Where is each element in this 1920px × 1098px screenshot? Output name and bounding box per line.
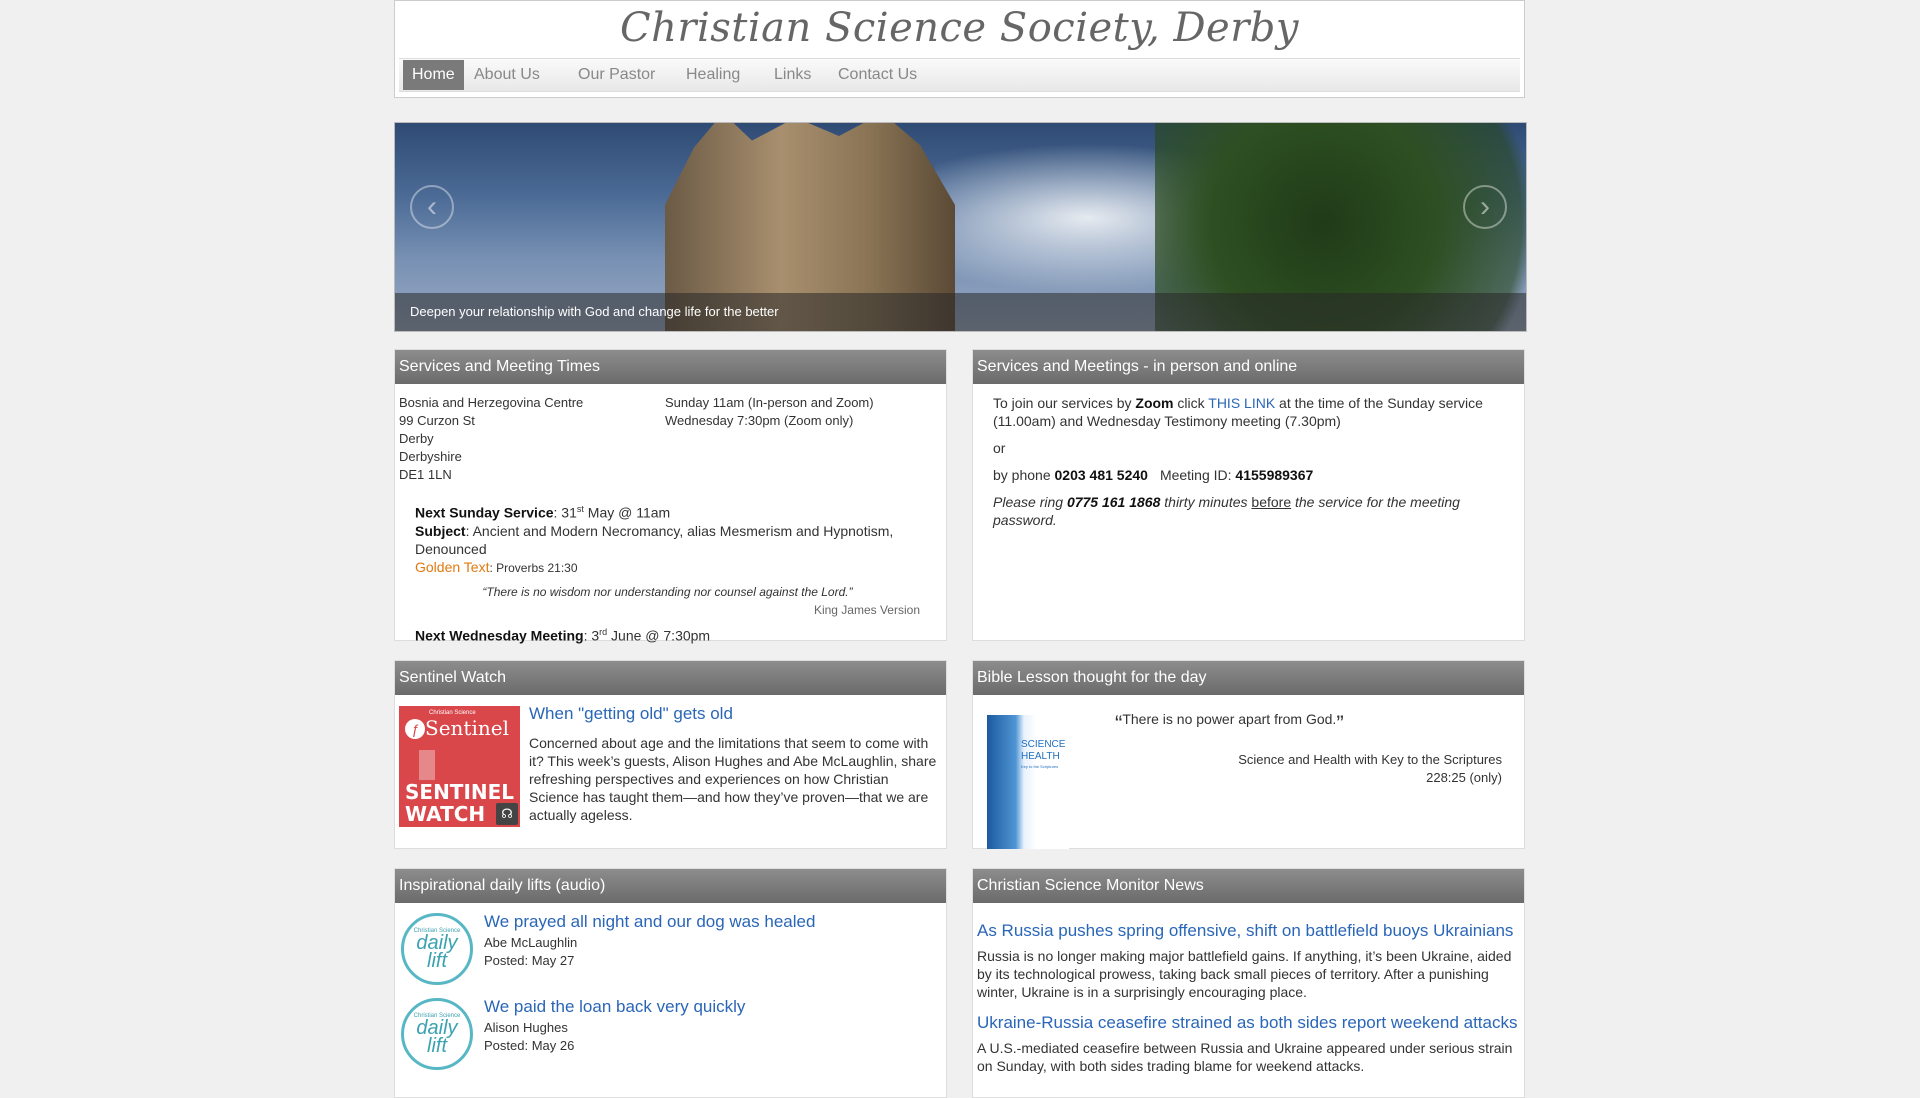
next-wednesday-suffix: rd — [599, 626, 608, 637]
address-block: Bosnia and Herzegovina Centre 99 Curzon … — [399, 394, 583, 484]
next-sunday-time: May @ 11am — [583, 504, 671, 521]
zoom-label: Zoom — [1135, 395, 1174, 411]
daily-lift-author: Alison Hughes — [484, 1020, 568, 1035]
monitor-news-panel: Christian Science Monitor News As Russia… — [972, 868, 1525, 1098]
monitor-news-heading: Christian Science Monitor News — [973, 869, 1524, 903]
golden-text-label: Golden Text — [415, 558, 490, 575]
daily-lift-author: Abe McLaughlin — [484, 935, 578, 950]
sentinel-article-title[interactable]: When "getting old" gets old — [529, 704, 733, 724]
address-line: 99 Curzon St — [399, 413, 475, 428]
golden-text-reference: : Proverbs 21:30 — [489, 560, 578, 575]
book-subtitle: Key to the Scriptures — [1021, 764, 1059, 769]
sentinel-panel: Sentinel Watch Christian Science Sentine… — [394, 660, 947, 849]
close-quote: ” — [1336, 711, 1344, 736]
next-sunday-suffix: st — [576, 504, 584, 514]
news-title[interactable]: Ukraine-Russia ceasefire strained as bot… — [977, 1013, 1518, 1033]
daily-lifts-heading: Inspirational daily lifts (audio) — [395, 869, 946, 903]
site-header: Christian Science Society, Derby Home Ab… — [394, 0, 1525, 98]
zoom-link[interactable]: THIS LINK — [1208, 395, 1275, 411]
slider-next-arrow-icon[interactable]: › — [1463, 185, 1507, 229]
address-line: Derbyshire — [399, 449, 462, 464]
main-nav: Home About Us Our Pastor Healing Links C… — [399, 58, 1520, 92]
service-times-block: Sunday 11am (In-person and Zoom) Wednesd… — [665, 394, 874, 430]
daily-lift-posted: Posted: May 27 — [484, 953, 575, 968]
next-wednesday-date: : 3 — [583, 627, 600, 644]
nav-links[interactable]: Links — [765, 60, 820, 90]
next-wednesday-time: June @ 7:30pm — [607, 627, 711, 644]
nav-contact-us[interactable]: Contact Us — [829, 60, 926, 90]
bible-quote-line: “There is no power apart from God.” — [1115, 711, 1344, 737]
sentinel-heading: Sentinel Watch — [395, 661, 946, 695]
hero-slider[interactable]: ‹ › Deepen your relationship with God an… — [394, 122, 1527, 332]
daily-lift-title[interactable]: We paid the loan back very quickly — [484, 997, 745, 1017]
zoom-click-text: click — [1173, 395, 1209, 411]
sentinel-thumbnail[interactable]: Christian Science Sentinel ƒ SENTINEL WA… — [399, 706, 520, 827]
subject-label: Subject — [415, 522, 466, 539]
bible-lesson-panel: Bible Lesson thought for the day SCIENCE… — [972, 660, 1525, 849]
nav-healing[interactable]: Healing — [677, 60, 749, 90]
site-title: Christian Science Society, Derby — [619, 5, 1300, 51]
next-wednesday-label: Next Wednesday Meeting — [415, 627, 584, 644]
golden-text-version: King James Version — [813, 602, 920, 617]
meeting-id: 4155989367 — [1235, 467, 1314, 483]
next-service-block: Next Sunday Service: 31st May @ 11am Sub… — [415, 500, 920, 644]
news-body: A U.S.-mediated ceasefire between Russia… — [977, 1040, 1513, 1074]
book-title-line2: HEALTH — [1021, 751, 1060, 762]
service-time: Wednesday 7:30pm (Zoom only) — [665, 413, 854, 428]
nav-home[interactable]: Home — [403, 60, 464, 90]
phone-label: by phone — [993, 467, 1055, 483]
daily-lift-word2: lift — [427, 950, 447, 972]
zoom-intro-text: To join our services by — [993, 395, 1136, 411]
or-text: or — [993, 440, 1006, 456]
sentinel-article-body: Concerned about age and the limitations … — [529, 735, 937, 823]
daily-lift-icon[interactable]: Christian Science daily lift — [401, 998, 473, 1070]
address-line: Bosnia and Herzegovina Centre — [399, 395, 584, 410]
daily-lift-title[interactable]: We prayed all night and our dog was heal… — [484, 912, 815, 932]
daily-lifts-panel: Inspirational daily lifts (audio) Christ… — [394, 868, 947, 1098]
bible-quote-source: Science and Health with Key to the Scrip… — [1238, 752, 1502, 767]
address-line: Derby — [399, 431, 434, 446]
hero-caption: Deepen your relationship with God and ch… — [410, 304, 779, 319]
meeting-id-label: Meeting ID: — [1159, 467, 1236, 483]
sentinel-thumb-word1: SENTINEL — [405, 780, 515, 804]
bible-lesson-heading: Bible Lesson thought for the day — [973, 661, 1524, 695]
daily-lift-meta: Abe McLaughlin Posted: May 27 — [484, 934, 577, 970]
ring-before: before — [1251, 494, 1292, 510]
ring-number: 0775 161 1868 — [1066, 494, 1161, 510]
service-time: Sunday 11am (In-person and Zoom) — [665, 395, 874, 410]
lighthouse-icon — [419, 750, 435, 780]
cs-logo-icon: ƒ — [405, 719, 425, 739]
services-times-panel: Services and Meeting Times Bosnia and He… — [394, 349, 947, 644]
ring-mid: thirty minutes — [1160, 494, 1252, 510]
science-health-book-image: SCIENCE HEALTH Key to the Scriptures — [987, 715, 1069, 849]
ring-intro: Please ring — [993, 494, 1067, 510]
headphones-icon: ☊ — [496, 803, 518, 825]
address-line: DE1 1LN — [399, 467, 452, 482]
daily-lift-icon[interactable]: Christian Science daily lift — [401, 913, 473, 985]
next-sunday-date: : 31 — [553, 504, 577, 521]
nav-about-us[interactable]: About Us — [465, 60, 549, 90]
phone-number: 0203 481 5240 — [1054, 467, 1148, 483]
zoom-info-block: To join our services by Zoom click THIS … — [993, 394, 1493, 529]
nav-our-pastor[interactable]: Our Pastor — [569, 60, 664, 90]
daily-lift-posted: Posted: May 26 — [484, 1038, 575, 1053]
book-title-line1: SCIENCE — [1021, 739, 1066, 750]
services-times-heading: Services and Meeting Times — [395, 350, 946, 384]
bible-quote-citation: 228:25 (only) — [1426, 770, 1502, 785]
bible-quote-source-block: Science and Health with Key to the Scrip… — [1238, 751, 1502, 787]
daily-lift-word2: lift — [427, 1035, 447, 1057]
next-sunday-label: Next Sunday Service — [415, 504, 554, 521]
daily-lift-meta: Alison Hughes Posted: May 26 — [484, 1019, 574, 1055]
services-online-panel: Services and Meetings - in person and on… — [972, 349, 1525, 641]
subject-value: : Ancient and Modern Necromancy, alias M… — [415, 522, 894, 557]
sentinel-thumb-title: Sentinel — [425, 716, 509, 740]
slider-prev-arrow-icon[interactable]: ‹ — [410, 185, 454, 229]
services-online-heading: Services and Meetings - in person and on… — [973, 350, 1524, 384]
news-title[interactable]: As Russia pushes spring offensive, shift… — [977, 921, 1513, 941]
news-body: Russia is no longer making major battlef… — [977, 948, 1512, 1000]
bible-quote: There is no power apart from God. — [1122, 711, 1337, 727]
sentinel-thumb-word2: WATCH — [405, 802, 486, 826]
golden-text-quote: “There is no wisdom nor understanding no… — [482, 584, 853, 599]
